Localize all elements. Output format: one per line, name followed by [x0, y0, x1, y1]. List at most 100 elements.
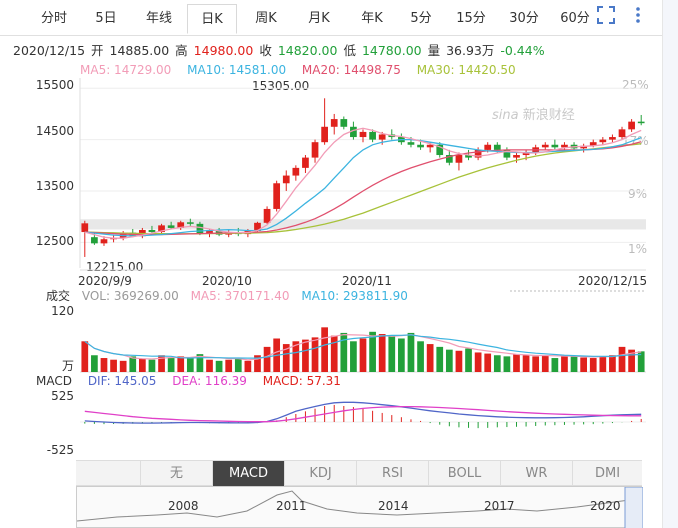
candle-body	[91, 237, 98, 244]
candle-body	[292, 167, 300, 176]
volume-bar	[589, 358, 597, 372]
volume-bar	[311, 337, 319, 372]
volume-bar	[110, 359, 117, 372]
volume-bar	[551, 358, 559, 372]
navigator-year-label: 2011	[276, 499, 307, 513]
volume-bar	[206, 359, 213, 372]
candle-body	[378, 134, 386, 140]
candle-body	[167, 225, 175, 228]
volume-bar	[426, 344, 434, 372]
candle-body	[455, 155, 463, 163]
navigator-year-label: 2014	[378, 499, 409, 513]
history-navigator[interactable]	[76, 486, 644, 528]
candle-body	[340, 119, 348, 127]
candle-body	[100, 239, 108, 244]
candle-body	[541, 144, 549, 148]
volume-bar	[138, 358, 146, 372]
candle-body	[417, 144, 424, 148]
volume-bar	[177, 356, 185, 372]
volume-bar	[100, 358, 108, 372]
volume-bar	[398, 338, 405, 372]
volume-bar	[407, 332, 415, 372]
candle-body	[359, 131, 367, 138]
indicator-tabs: 无 MACD KDJ RSI BOLL WR DMI	[76, 460, 642, 486]
volume-bar	[445, 349, 453, 372]
indicator-tab-wr[interactable]: WR	[500, 461, 572, 486]
volume-bar	[474, 352, 482, 372]
candle-body	[484, 144, 492, 150]
volume-bar	[484, 353, 492, 372]
volume-bar	[186, 358, 194, 372]
volume-bar	[119, 360, 127, 372]
indicator-tab-macd[interactable]: MACD	[212, 461, 284, 486]
volume-bar	[436, 346, 444, 372]
candle-body	[599, 139, 607, 143]
volume-bar	[513, 354, 520, 372]
volume-bar	[321, 327, 328, 372]
candle-body	[407, 142, 415, 145]
candle-body	[263, 208, 271, 223]
indicator-tab-boll[interactable]: BOLL	[428, 461, 500, 486]
volume-bar	[522, 355, 530, 372]
navigator-year-label: 2008	[168, 499, 199, 513]
candle-body	[637, 121, 645, 124]
volume-bar	[618, 346, 626, 372]
volume-bar	[388, 335, 396, 372]
indicator-tab-none[interactable]: 无	[140, 461, 212, 486]
volume-bar	[234, 358, 242, 372]
volume-bar	[599, 356, 607, 372]
candle-body	[369, 131, 376, 140]
candle-body	[148, 230, 156, 233]
candle-body	[282, 175, 290, 184]
volume-bar	[541, 355, 549, 372]
candle-body	[493, 144, 501, 150]
volume-bar	[378, 334, 386, 372]
volume-bar	[493, 355, 501, 372]
volume-bars	[80, 327, 646, 373]
right-scroll-gutter	[662, 0, 678, 528]
candle-body	[321, 126, 328, 143]
candle-body	[618, 129, 626, 138]
indicator-tab-rsi[interactable]: RSI	[356, 461, 428, 486]
candle-body	[628, 121, 635, 130]
navigator-line	[76, 486, 644, 528]
candle-body	[609, 137, 616, 140]
volume-bar	[532, 356, 540, 372]
volume-bar	[455, 350, 463, 372]
volume-bar	[225, 359, 233, 372]
navigator-year-label: 2020	[590, 499, 621, 513]
volume-bar	[167, 357, 175, 372]
volume-bar	[350, 341, 357, 372]
volume-bar	[302, 339, 309, 372]
indicator-tab-kdj[interactable]: KDJ	[284, 461, 356, 486]
candle-body	[330, 119, 338, 127]
candle-body	[302, 157, 309, 168]
volume-bar	[369, 331, 376, 372]
candle-body	[186, 222, 194, 224]
volume-bar	[244, 360, 252, 372]
volume-bar	[263, 346, 271, 372]
candle-body	[81, 223, 89, 233]
volume-bar	[359, 338, 367, 372]
volume-bar	[609, 355, 616, 372]
candle-body	[311, 142, 319, 158]
volume-bar	[465, 348, 472, 372]
volume-bar	[81, 341, 89, 372]
volume-bar	[91, 355, 98, 372]
volume-bar	[570, 356, 578, 372]
candle-body	[551, 144, 559, 148]
navigator-year-label: 2017	[484, 499, 515, 513]
volume-bar	[340, 332, 348, 372]
candle-body	[513, 155, 520, 158]
candle-body	[273, 183, 281, 209]
indicator-tab-dmi[interactable]: DMI	[572, 461, 642, 486]
candle-body	[426, 144, 434, 148]
volume-bar	[330, 335, 338, 372]
volume-bar	[561, 355, 568, 372]
volume-bar	[503, 356, 511, 372]
volume-bar	[148, 359, 156, 372]
volume-bar	[417, 341, 424, 372]
grid	[79, 78, 646, 292]
volume-bar	[215, 360, 223, 372]
volume-bar	[580, 357, 588, 372]
